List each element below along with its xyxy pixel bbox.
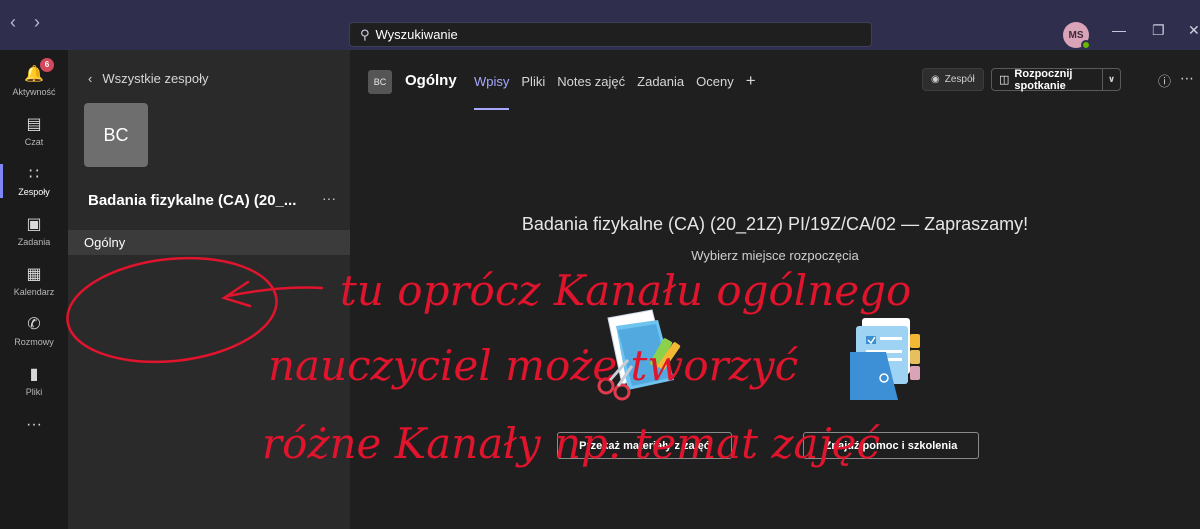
- bell-icon: 🔔 6: [24, 57, 54, 84]
- back-arrow-icon[interactable]: ‹: [10, 12, 16, 33]
- rail-label: Zespoły: [18, 186, 50, 197]
- rail-item-files[interactable]: ▮ Pliki: [0, 354, 68, 406]
- notification-badge: 6: [39, 57, 54, 72]
- upload-materials-button[interactable]: Przekaż materiały z zajęć: [557, 432, 732, 459]
- tab-files[interactable]: Pliki: [521, 74, 545, 89]
- title-bar: ‹ › ⚲ Wyszukiwanie MS — ❐ ✕: [0, 0, 1200, 50]
- minimize-icon[interactable]: —: [1112, 22, 1126, 38]
- channel-header: BC Ogólny Wpisy Pliki Notes zajęć Zadani…: [350, 50, 1200, 110]
- tab-assignments[interactable]: Zadania: [637, 74, 684, 89]
- teams-icon: ∷: [28, 165, 40, 183]
- rail-item-teams[interactable]: ∷ Zespoły: [0, 154, 68, 206]
- search-placeholder: Wyszukiwanie: [375, 27, 458, 42]
- all-teams-label: Wszystkie zespoły: [102, 71, 209, 86]
- meet-button[interactable]: ◫ Rozpocznij spotkanie ∨: [991, 68, 1121, 92]
- chevron-left-icon: ‹: [88, 71, 93, 86]
- help-illustration-icon: [850, 318, 920, 400]
- channel-item-general[interactable]: Ogólny: [68, 230, 350, 255]
- channel-title: Ogólny: [405, 72, 457, 89]
- add-tab-button[interactable]: +: [746, 72, 756, 89]
- search-icon: ⚲: [360, 26, 370, 42]
- file-icon: ▮: [29, 365, 39, 383]
- channel-tabs: Wpisy Pliki Notes zajęć Zadania Oceny +: [474, 72, 756, 110]
- phone-icon: ✆: [27, 315, 41, 333]
- channel-avatar: BC: [368, 70, 392, 94]
- welcome-title: Badania fizykalne (CA) (20_21Z) PI/19Z/C…: [521, 214, 1029, 234]
- rail-label: Kalendarz: [13, 286, 55, 297]
- rail-item-activity[interactable]: 🔔 6 Aktywność: [0, 54, 68, 106]
- calendar-icon: ▦: [26, 265, 42, 283]
- team-button-label: Zespół: [944, 74, 975, 85]
- rail-label: Pliki: [25, 386, 43, 397]
- team-name: Badania fizykalne (CA) (20_...: [88, 192, 297, 209]
- tab-grades[interactable]: Oceny: [696, 74, 734, 89]
- app-rail: 🔔 6 Aktywność ▤ Czat ∷ Zespoły ▣ Zadania …: [0, 50, 68, 529]
- rail-item-assignments[interactable]: ▣ Zadania: [0, 204, 68, 256]
- rail-label: Rozmowy: [14, 336, 54, 347]
- chevron-down-icon[interactable]: ∨: [1102, 69, 1120, 90]
- user-initials: MS: [1068, 29, 1084, 41]
- more-icon: ···: [26, 415, 42, 433]
- team-avatar: BC: [84, 103, 148, 167]
- rail-label: Aktywność: [12, 86, 56, 97]
- meet-button-main[interactable]: ◫ Rozpocznij spotkanie: [992, 68, 1102, 92]
- channel-label: Ogólny: [84, 235, 126, 250]
- tab-posts[interactable]: Wpisy: [474, 74, 510, 110]
- channel-view: BC Ogólny Wpisy Pliki Notes zajęć Zadani…: [350, 50, 1200, 529]
- video-camera-icon: ◫: [999, 74, 1010, 86]
- team-button[interactable]: ◉ Zespół: [922, 68, 984, 91]
- assignments-icon: ▣: [26, 215, 42, 233]
- materials-illustration-icon: [597, 309, 681, 401]
- meet-button-label: Rozpocznij spotkanie: [1014, 67, 1073, 92]
- rail-item-calendar[interactable]: ▦ Kalendarz: [0, 254, 68, 306]
- rail-item-calls[interactable]: ✆ Rozmowy: [0, 304, 68, 356]
- forward-arrow-icon[interactable]: ›: [34, 12, 40, 33]
- presence-status-icon: [1081, 40, 1091, 50]
- close-icon[interactable]: ✕: [1188, 22, 1200, 39]
- search-input[interactable]: ⚲ Wyszukiwanie: [349, 22, 872, 47]
- chat-icon: ▤: [26, 115, 42, 133]
- find-help-button[interactable]: Znajdź pomoc i szkolenia: [803, 432, 979, 459]
- welcome-subtitle: Wybierz miejsce rozpoczęcia: [691, 248, 859, 263]
- eye-icon: ◉: [931, 74, 940, 85]
- info-icon[interactable]: ⓘ: [1158, 71, 1171, 90]
- rail-label: Zadania: [17, 236, 51, 247]
- history-nav: ‹ ›: [10, 12, 40, 33]
- rail-item-more[interactable]: ···: [0, 400, 68, 452]
- restore-icon[interactable]: ❐: [1152, 22, 1165, 39]
- more-options-icon[interactable]: ⋯: [1180, 70, 1194, 87]
- all-teams-link[interactable]: ‹ Wszystkie zespoły: [88, 71, 209, 86]
- tab-class-notebook[interactable]: Notes zajęć: [557, 74, 625, 89]
- user-avatar[interactable]: MS: [1063, 22, 1091, 50]
- rail-item-chat[interactable]: ▤ Czat: [0, 104, 68, 156]
- team-more-button[interactable]: ···: [322, 190, 336, 206]
- team-panel: ‹ Wszystkie zespoły BC Badania fizykalne…: [68, 50, 350, 529]
- rail-label: Czat: [24, 136, 44, 147]
